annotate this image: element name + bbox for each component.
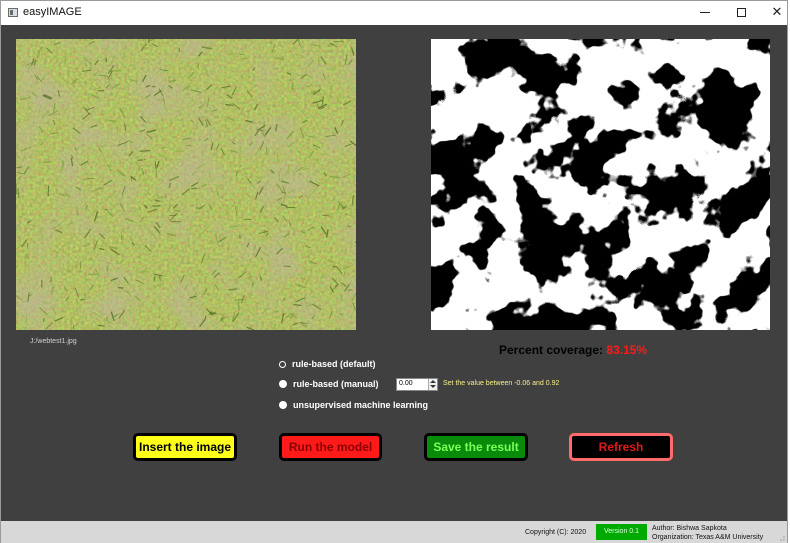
author-name: Author: Bishwa Sapkota	[652, 525, 727, 532]
close-button[interactable]: ✕	[759, 1, 790, 25]
segmentation-mask	[431, 39, 770, 330]
maximize-button[interactable]	[723, 1, 759, 25]
coverage-value: 83.15%	[606, 343, 648, 357]
option-label: unsupervised machine learning	[293, 400, 429, 410]
option-label: rule-based (default)	[292, 359, 376, 369]
minimize-button[interactable]	[687, 1, 723, 25]
run-model-button[interactable]: Run the model	[279, 433, 382, 461]
threshold-hint: Set the value between -0.06 and 0.92	[443, 380, 560, 387]
refresh-button[interactable]: Refresh	[569, 433, 673, 461]
app-window: easyIMAGE ✕ J:/webtest1.jpg Percent cove…	[0, 0, 788, 543]
title-bar: easyIMAGE ✕	[1, 1, 787, 25]
option-rule-based-manual[interactable]: rule-based (manual)	[279, 377, 379, 391]
status-bar: Copyright (C): 2020 Version 0.1 Author: …	[1, 521, 787, 543]
copyright-text: Copyright (C): 2020	[525, 529, 587, 536]
coverage-label: Percent coverage:	[499, 343, 604, 357]
coverage-readout: Percent coverage: 83.15%	[499, 343, 647, 357]
insert-image-button[interactable]: Insert the image	[133, 433, 237, 461]
spinbox-buttons[interactable]	[428, 379, 437, 390]
option-unsupervised-ml[interactable]: unsupervised machine learning	[279, 398, 428, 412]
option-label: rule-based (manual)	[293, 379, 379, 389]
radio-rule-based-manual[interactable]	[279, 380, 287, 388]
window-title: easyIMAGE	[23, 6, 82, 18]
version-badge: Version 0.1	[596, 524, 647, 540]
spinbox-value[interactable]: 0.00	[399, 380, 413, 387]
resize-grip-icon[interactable]	[777, 533, 785, 541]
radio-rule-based-default[interactable]	[279, 360, 286, 368]
minimize-icon	[700, 12, 710, 13]
option-rule-based-default[interactable]: rule-based (default)	[279, 357, 376, 371]
close-icon: ✕	[771, 5, 783, 20]
radio-unsupervised-ml[interactable]	[279, 401, 287, 409]
app-icon	[8, 8, 18, 17]
spin-up-icon[interactable]	[430, 380, 436, 383]
grass-photo	[16, 39, 356, 330]
input-image	[16, 39, 356, 330]
organization-name: Organization: Texas A&M University	[652, 534, 764, 541]
spin-down-icon[interactable]	[430, 385, 436, 388]
save-result-button[interactable]: Save the result	[424, 433, 528, 461]
manual-threshold-spinbox[interactable]: 0.00	[396, 378, 438, 391]
author-info: Author: Bishwa Sapkota Organization: Tex…	[652, 524, 763, 542]
output-mask-image	[431, 39, 770, 330]
maximize-icon	[736, 8, 746, 17]
image-file-path: J:/webtest1.jpg	[30, 338, 77, 345]
